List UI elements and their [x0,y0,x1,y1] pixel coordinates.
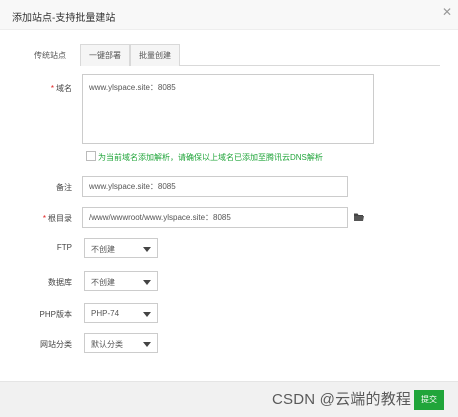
tab-bar: 传统站点 一键部署 批量创建 [20,44,440,66]
ftp-select-value: 不创建 [91,245,115,254]
remark-label: 备注 [56,183,72,192]
submit-button[interactable]: 提交 [414,390,444,410]
domain-label: * 域名 [50,84,72,93]
folder-icon[interactable] [354,213,364,221]
domain-textarea[interactable]: www.ylspace.site：8085 [82,74,374,144]
chevron-down-icon [143,280,151,285]
dns-checkbox-label: 为当前域名添加解析，请确保以上域名已添加至腾讯云DNS解析 [98,153,323,162]
database-label: 数据库 [48,278,72,287]
php-version-label: PHP版本 [39,310,72,319]
domain-value: www.ylspace.site：8085 [89,83,176,92]
root-dir-value: /www/wwwroot/www.ylspace.site：8085 [89,213,231,222]
root-dir-input[interactable]: /www/wwwroot/www.ylspace.site：8085 [82,207,348,228]
php-version-value: PHP-74 [91,309,120,318]
required-mark: * [50,84,54,93]
chevron-down-icon [143,312,151,317]
tab-one-click-deploy[interactable]: 一键部署 [80,44,130,66]
category-select-value: 默认分类 [91,340,123,349]
ftp-label: FTP [56,243,72,252]
dialog-title: 添加站点-支持批量建站 [12,13,116,24]
chevron-down-icon [143,342,151,347]
category-select[interactable]: 默认分类 [84,333,158,353]
root-dir-label: * 根目录 [42,214,72,223]
required-mark: * [42,214,46,223]
tab-batch-create[interactable]: 批量创建 [130,44,180,66]
php-version-select[interactable]: PHP-74 [84,303,158,323]
tab-traditional-site[interactable]: 传统站点 [20,44,80,66]
watermark: CSDN @云端的教程 [272,391,412,408]
database-select-value: 不创建 [91,278,115,287]
category-label: 网站分类 [40,340,72,349]
remark-input[interactable]: www.ylspace.site：8085 [82,176,348,197]
database-select[interactable]: 不创建 [84,271,158,291]
ftp-select[interactable]: 不创建 [84,238,158,258]
dialog-titlebar: 添加站点-支持批量建站 ✕ [0,0,458,30]
dns-checkbox[interactable] [86,151,96,161]
chevron-down-icon [143,247,151,252]
remark-value: www.ylspace.site：8085 [89,182,176,191]
close-icon[interactable]: ✕ [442,6,452,18]
